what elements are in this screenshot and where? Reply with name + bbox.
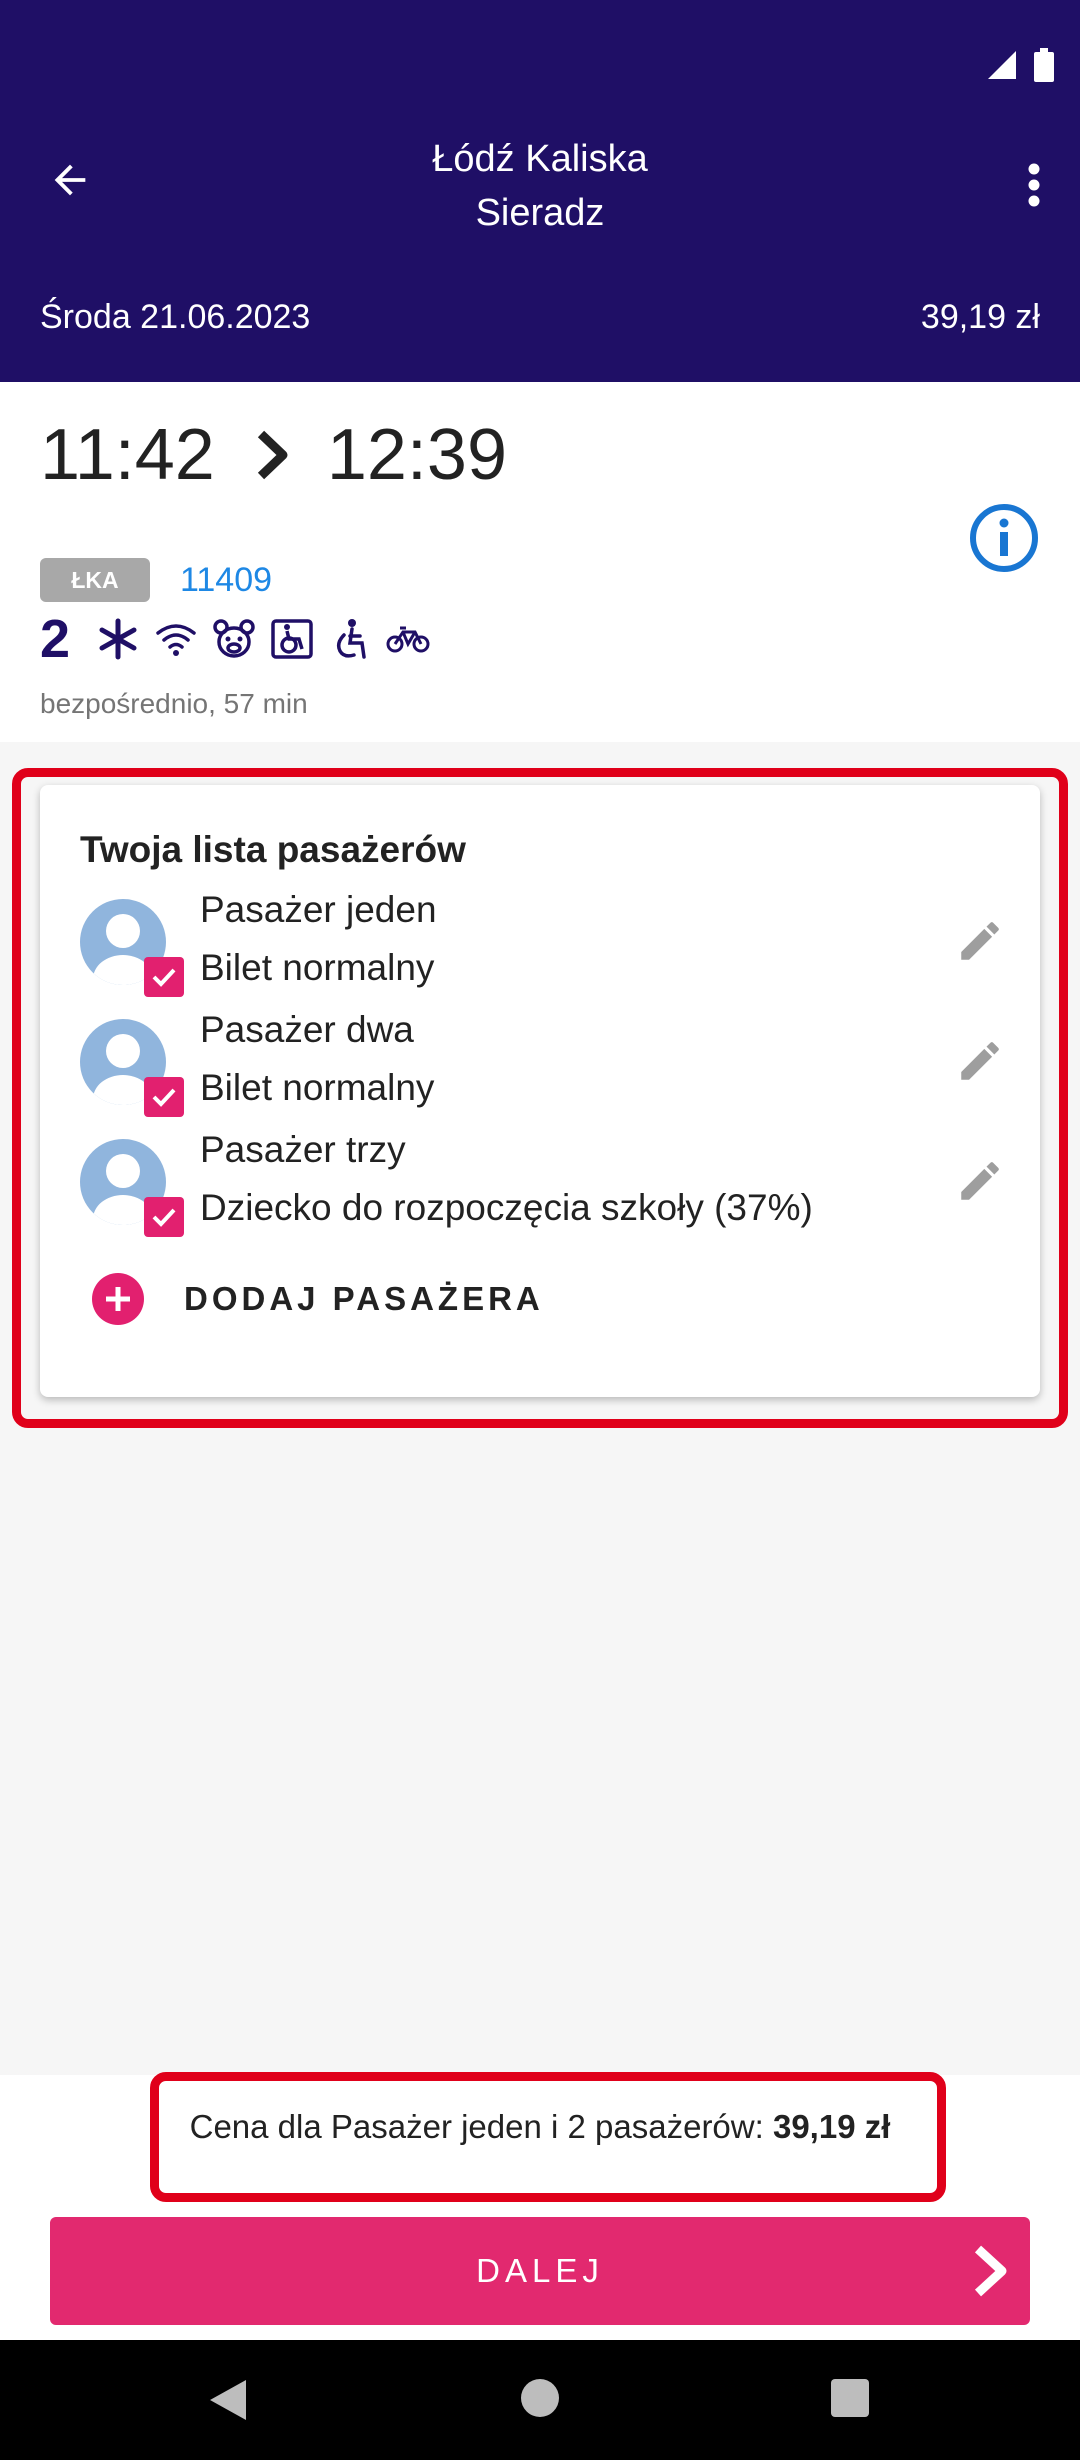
price-summary: Cena dla Pasażer jeden i 2 pasażerów: 39… <box>0 2108 1080 2146</box>
status-bar <box>986 48 1054 82</box>
passenger-checkbox[interactable] <box>144 1197 184 1237</box>
journey-times: 11:42 12:39 <box>40 414 507 496</box>
pencil-icon <box>961 922 999 960</box>
nav-recents-icon[interactable] <box>830 2378 870 2418</box>
journey-details: 11:42 12:39 ŁKA 11409 2 bezpośrednio, 57… <box>0 382 1080 742</box>
chevron-right-icon <box>255 430 289 480</box>
carrier-row: ŁKA 11409 <box>40 558 272 602</box>
signal-icon <box>988 51 1016 79</box>
passenger-row[interactable]: Pasażer jeden Bilet normalny <box>80 889 1020 999</box>
check-icon <box>152 1208 176 1227</box>
carrier-badge: ŁKA <box>40 558 150 602</box>
pencil-icon <box>961 1162 999 1200</box>
accessible-toilet-icon <box>336 619 366 659</box>
chevron-right-icon <box>974 2245 1007 2297</box>
journey-summary: bezpośrednio, 57 min <box>40 688 308 719</box>
train-number-link[interactable]: 11409 <box>180 561 272 600</box>
nav-home-icon[interactable] <box>520 2378 560 2418</box>
header-price: 39,19 zł <box>920 298 1040 336</box>
wifi-icon <box>156 624 196 656</box>
arrival-time: 12:39 <box>326 415 508 495</box>
passenger-ticket-type: Bilet normalny <box>200 1067 435 1108</box>
price-summary-value: 39,19 zł <box>772 2108 891 2145</box>
edit-passenger-button[interactable] <box>950 911 1010 971</box>
route-to: Sieradz <box>475 192 605 234</box>
passenger-ticket-type: Bilet normalny <box>200 947 435 988</box>
add-passenger-label: DODAJ PASAŻERA <box>184 1280 544 1317</box>
travel-date: Środa 21.06.2023 <box>40 298 311 336</box>
nav-back-icon[interactable] <box>208 2378 248 2422</box>
passenger-list-card: Twoja lista pasażerów Pasażer jeden Bile… <box>40 785 1040 1397</box>
passenger-name: Pasażer jeden <box>200 889 437 930</box>
edit-passenger-button[interactable] <box>950 1151 1010 1211</box>
add-passenger-button[interactable]: DODAJ PASAŻERA <box>92 1273 544 1325</box>
route-title: Łódź Kaliska Sieradz <box>0 132 1080 240</box>
app-bar: Łódź Kaliska Sieradz Środa 21.06.2023 39… <box>0 0 1080 382</box>
air-conditioning-icon <box>99 618 137 660</box>
departure-time: 11:42 <box>40 415 215 495</box>
route-from: Łódź Kaliska <box>432 138 648 180</box>
passenger-name: Pasażer trzy <box>200 1129 406 1170</box>
pencil-icon <box>961 1042 999 1080</box>
info-button[interactable] <box>968 502 1040 574</box>
class-indicator: 2 <box>40 609 71 669</box>
passenger-checkbox[interactable] <box>144 957 184 997</box>
child-area-icon <box>213 619 255 658</box>
wheelchair-space-icon <box>271 619 313 659</box>
next-button[interactable]: DALEJ <box>50 2217 1030 2325</box>
check-icon <box>152 968 176 987</box>
passenger-checkbox[interactable] <box>144 1077 184 1117</box>
bicycle-icon <box>386 626 430 653</box>
passenger-row[interactable]: Pasażer dwa Bilet normalny <box>80 1009 1020 1119</box>
next-button-label: DALEJ <box>476 2252 604 2289</box>
more-options-button[interactable] <box>1004 150 1064 220</box>
more-vert-icon <box>1028 163 1040 207</box>
battery-icon <box>1034 48 1054 82</box>
check-icon <box>152 1088 176 1107</box>
add-circle-icon <box>92 1273 144 1325</box>
info-icon <box>970 504 1038 572</box>
price-summary-label: Cena dla Pasażer jeden i 2 pasażerów: <box>189 2108 773 2145</box>
passenger-list-title: Twoja lista pasażerów <box>80 829 466 870</box>
system-navigation-bar <box>0 2340 1080 2460</box>
amenities-row: 2 <box>40 612 430 666</box>
passenger-row[interactable]: Pasażer trzy Dziecko do rozpoczęcia szko… <box>80 1129 1020 1239</box>
edit-passenger-button[interactable] <box>950 1031 1010 1091</box>
passenger-name: Pasażer dwa <box>200 1009 414 1050</box>
passenger-ticket-type: Dziecko do rozpoczęcia szkoły (37%) <box>200 1187 813 1228</box>
